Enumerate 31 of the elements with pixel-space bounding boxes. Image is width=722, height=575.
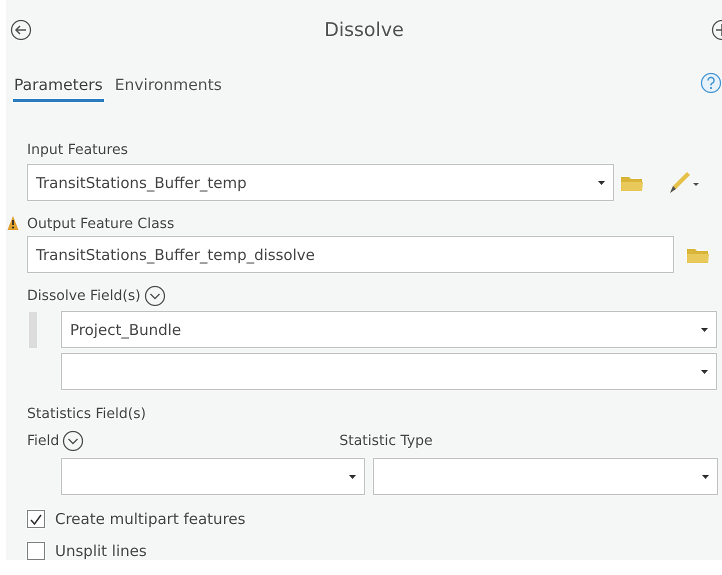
tab[interactable]: Environments bbox=[114, 70, 223, 102]
dropdown-field[interactable] bbox=[61, 353, 717, 390]
dropdown-field[interactable]: Project_Bundle bbox=[61, 311, 717, 348]
caret-icon[interactable] bbox=[701, 370, 708, 374]
checkbox-label: Create multipart features bbox=[55, 510, 246, 528]
tab[interactable]: Parameters bbox=[13, 70, 104, 102]
panel-title: Dissolve bbox=[324, 19, 404, 41]
dropdown-field[interactable] bbox=[61, 458, 365, 495]
field-label: Output Feature Class bbox=[27, 216, 174, 232]
text-field[interactable]: TransitStations_Buffer_temp_dissolve bbox=[27, 236, 674, 273]
dropdown-field[interactable]: TransitStations_Buffer_temp bbox=[27, 164, 614, 201]
caret-icon[interactable] bbox=[702, 474, 709, 478]
caret-icon[interactable] bbox=[349, 474, 356, 478]
column-label: Field bbox=[27, 433, 60, 449]
column-label: Statistic Type bbox=[339, 433, 433, 449]
help-icon[interactable] bbox=[700, 72, 722, 94]
warning-icon bbox=[7, 215, 19, 231]
caret-icon[interactable] bbox=[701, 328, 708, 332]
field-label: Dissolve Field(s) bbox=[27, 288, 141, 304]
checkbox[interactable] bbox=[27, 542, 45, 560]
chevron-down-icon[interactable] bbox=[144, 285, 166, 307]
chevron-down-icon[interactable] bbox=[62, 430, 84, 452]
back-icon[interactable] bbox=[10, 19, 32, 41]
dropdown-field[interactable] bbox=[373, 458, 718, 495]
check-icon bbox=[30, 514, 42, 524]
caret-icon[interactable] bbox=[598, 180, 605, 184]
checkbox[interactable] bbox=[27, 510, 45, 528]
field-label: Input Features bbox=[27, 142, 128, 158]
section-label: Statistics Field(s) bbox=[27, 406, 146, 422]
drag-handle[interactable] bbox=[29, 312, 37, 348]
checkbox-label: Unsplit lines bbox=[55, 542, 147, 560]
